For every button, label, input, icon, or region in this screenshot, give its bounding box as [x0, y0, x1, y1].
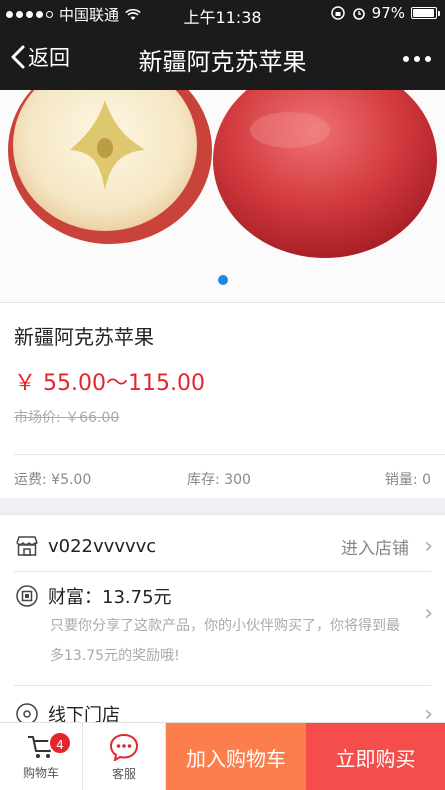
shipping-fee: 运费: ¥5.00	[14, 472, 92, 488]
battery-fill	[413, 9, 435, 17]
shop-name: v022vvvvvc	[48, 535, 157, 557]
product-price: ￥ 55.00～115.00	[14, 371, 205, 396]
status-bar: 中国联通 上午11:38 97%	[0, 0, 445, 28]
service-tab[interactable]: 客服	[83, 723, 166, 790]
wealth-description: 只要你分享了这款产品，你的小伙伴购买了，你将得到最多13.75元的奖励哦!	[50, 618, 400, 664]
carousel-indicator[interactable]	[218, 275, 228, 285]
product-name: 新疆阿克苏苹果	[14, 325, 154, 349]
shop-row[interactable]: v022vvvvvc 进入店铺 ›	[14, 531, 445, 561]
page-title: 新疆阿克苏苹果	[138, 48, 307, 76]
wealth-icon	[14, 583, 40, 609]
lock-rotation-icon	[330, 6, 345, 20]
chevron-right-icon: ›	[424, 533, 433, 559]
product-image-carousel[interactable]	[0, 90, 445, 302]
cart-tab[interactable]: 购物车 4	[0, 723, 83, 790]
divider	[14, 685, 431, 686]
battery-icon	[411, 7, 440, 19]
wealth-label: 财富：13.75元	[48, 587, 172, 608]
divider	[14, 571, 431, 572]
market-price: 市场价: ￥66.00	[14, 410, 120, 426]
battery-percent: 97%	[371, 4, 405, 22]
wealth-row[interactable]: 财富：13.75元 ›	[14, 581, 445, 626]
divider	[14, 454, 445, 455]
status-right: 97%	[330, 4, 440, 22]
cart-count-badge: 4	[48, 731, 72, 755]
shop-section: v022vvvvvc 进入店铺 › 财富：13.75元 › 只要你分享了这款产品…	[0, 514, 445, 727]
stock-count: 库存: 300	[187, 472, 251, 488]
more-icon[interactable]	[403, 44, 431, 62]
product-page: 中国联通 上午11:38 97% 返回 新疆阿克苏苹果 新疆阿克苏苹果 ￥ 55…	[0, 0, 445, 790]
chevron-right-icon: ›	[424, 601, 433, 626]
chat-icon	[109, 733, 139, 761]
bottom-action-bar: 购物车 4 客服 加入购物车 立即购买	[0, 722, 445, 790]
enter-shop-link[interactable]: 进入店铺	[341, 534, 409, 559]
service-label: 客服	[111, 766, 136, 781]
alarm-icon	[352, 8, 365, 20]
store-icon	[14, 533, 40, 559]
add-to-cart-button[interactable]: 加入购物车	[166, 723, 306, 790]
nav-bar: 返回 新疆阿克苏苹果	[0, 28, 445, 90]
apple-image	[0, 90, 445, 302]
product-info: 新疆阿克苏苹果 ￥ 55.00～115.00 市场价: ￥66.00 运费: ¥…	[0, 302, 445, 498]
buy-now-button[interactable]: 立即购买	[306, 723, 445, 790]
cart-label: 购物车	[22, 765, 59, 780]
sales-count: 销量: 0	[384, 472, 431, 488]
